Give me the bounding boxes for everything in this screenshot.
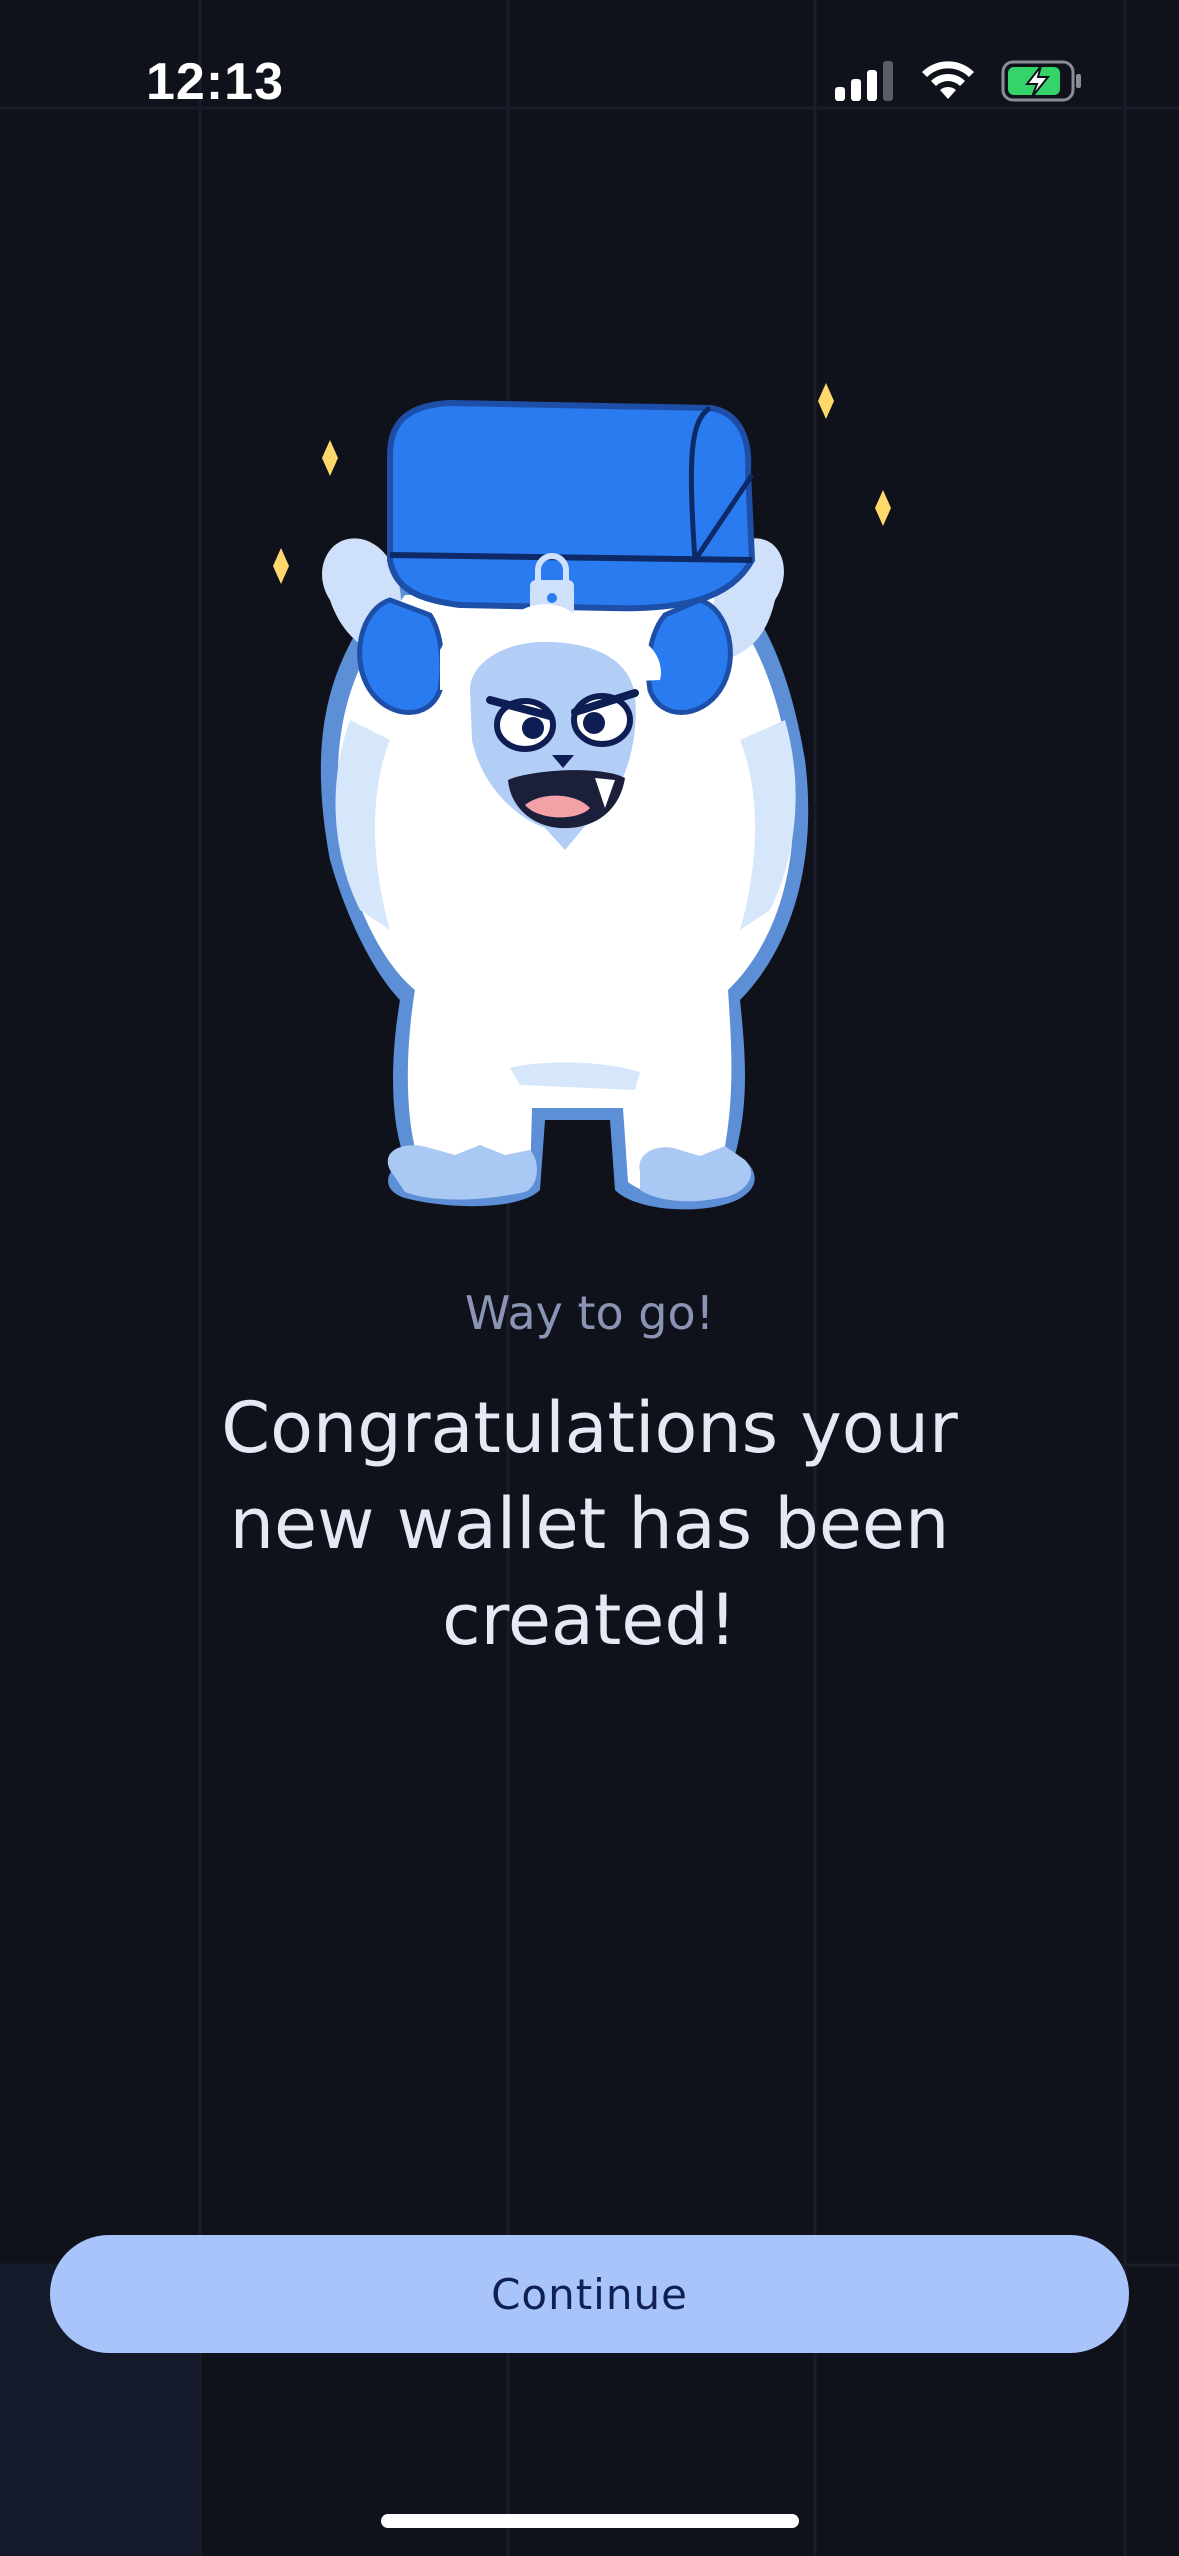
treasure-chest-icon <box>387 399 756 616</box>
subtitle: Way to go! <box>464 1286 715 1340</box>
status-bar: 12:13 <box>0 0 1179 170</box>
status-time: 12:13 <box>146 53 284 111</box>
headline: Congratulations your new wallet has been… <box>221 1387 958 1661</box>
cellular-signal-icon <box>835 61 893 101</box>
continue-button[interactable]: Continue <box>50 2235 1129 2353</box>
yeti-holding-chest-illustration <box>273 383 891 1210</box>
wallet-created-screen: 12:13 Way to go! Congratulations your ne… <box>0 0 1179 2556</box>
status-icons <box>835 60 1083 102</box>
wifi-icon <box>922 61 974 99</box>
home-indicator[interactable] <box>381 2514 799 2528</box>
battery-charging-icon <box>1001 60 1081 102</box>
